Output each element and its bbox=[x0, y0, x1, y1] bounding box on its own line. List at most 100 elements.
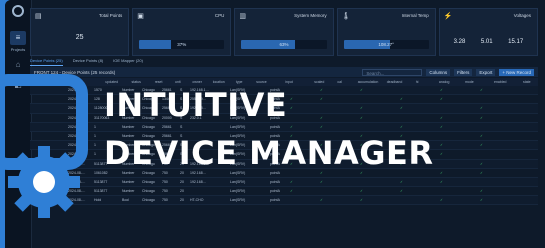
table-row[interactable]: PA12-Mode 2024-08-… Hold Bool Chicago 750 20 HT… bbox=[30, 196, 538, 206]
table-cell-name: PA12-DeviceprtPace bbox=[32, 161, 65, 166]
table-cell-code: 20000 bbox=[162, 115, 172, 120]
table-cell-date: 2024-08-… bbox=[68, 170, 86, 175]
table-row[interactable]: PA12-DeviceprtPace 2024-08-… 5113877 Number… bbox=[30, 159, 538, 169]
sidebar-item-panel[interactable]: ◧ bbox=[10, 78, 26, 92]
column-header[interactable]: unit bbox=[175, 80, 181, 84]
table-row[interactable]: 2024-08-… 31170063 Number Chicago 20000 S 232.… bbox=[30, 114, 538, 123]
table-cell-code: 13441 bbox=[162, 97, 172, 102]
table-cell-val: Hold bbox=[94, 198, 102, 203]
column-header[interactable]: type bbox=[236, 80, 243, 84]
column-header[interactable]: analog bbox=[439, 80, 450, 84]
table-row[interactable]: 2024-08-… 1 Number Chicago 25661 S Lan(SRV) poi… bbox=[30, 141, 538, 151]
column-header[interactable]: status bbox=[132, 80, 141, 84]
filters-button[interactable]: Filters bbox=[454, 68, 473, 76]
check-icon: ✓ bbox=[440, 124, 443, 129]
column-header[interactable]: tag bbox=[71, 80, 76, 84]
column-header[interactable]: accumulation bbox=[358, 80, 379, 84]
check-icon: ✓ bbox=[360, 88, 363, 92]
table-cell-p: pointA bbox=[270, 133, 280, 138]
voltage-values: 3.28 5.01 15.17 bbox=[446, 39, 531, 45]
table-row[interactable]: PA12-DeviceprtPace 2024-08-… 1061082 Number… bbox=[30, 169, 538, 178]
table-cell-chan: Lan(SRV) bbox=[230, 152, 246, 157]
column-header[interactable]: location bbox=[213, 80, 225, 84]
check-icon: ✓ bbox=[440, 88, 443, 92]
column-header[interactable]: reset bbox=[155, 80, 163, 84]
check-icon: ✓ bbox=[400, 124, 403, 129]
check-icon: ✓ bbox=[360, 170, 363, 175]
new-record-button[interactable]: + New Record bbox=[499, 68, 534, 76]
table-cell-code: 750 bbox=[162, 198, 168, 203]
sidebar: ≡ Projects ⌂ ◧ bbox=[5, 0, 32, 248]
check-icon: ✓ bbox=[480, 198, 483, 203]
check-icon: ✓ bbox=[440, 143, 443, 148]
column-header[interactable]: enabled bbox=[494, 80, 506, 84]
table-cell-x: 20 bbox=[180, 179, 184, 184]
table-cell-chan: Lan(SRV) bbox=[230, 170, 246, 175]
stat-title: Voltages bbox=[513, 13, 532, 18]
memory-progress-text: 63% bbox=[279, 42, 289, 47]
temp-progress-bar: 108.27° bbox=[343, 40, 429, 49]
tab-ioe-mapper[interactable]: IOE Mapper (20) bbox=[113, 58, 143, 66]
check-icon: ✓ bbox=[320, 88, 323, 92]
table-cell-chan: Lan(SRV) bbox=[230, 198, 246, 203]
table-cell-x: S bbox=[180, 97, 183, 102]
app-logo bbox=[12, 5, 24, 17]
table-row[interactable]: 2024-08-… 1 Number Chicago 25661 S Lan(SRV) poi… bbox=[30, 150, 538, 160]
table-cell-loc: Number bbox=[122, 161, 135, 166]
sidebar-item-home[interactable]: ⌂ bbox=[10, 58, 26, 72]
check-icon: ✓ bbox=[290, 97, 293, 102]
cpu-progress-text: 37% bbox=[177, 42, 187, 47]
table-cell-p: pointA bbox=[270, 115, 280, 120]
table-row[interactable]: PA12-DeviceStatus 2024-08-… 5113877 Number C… bbox=[30, 177, 538, 188]
check-icon: ✓ bbox=[320, 170, 323, 175]
column-header[interactable]: updated bbox=[105, 80, 118, 84]
table-cell-loc: Number bbox=[122, 143, 135, 148]
check-icon: ✓ bbox=[290, 106, 293, 111]
table-cell-x: 20 bbox=[180, 170, 184, 175]
table-cell-val: 5113877 bbox=[94, 161, 108, 166]
column-header[interactable]: name bbox=[33, 80, 42, 84]
check-icon: ✓ bbox=[400, 133, 403, 138]
check-icon: ✓ bbox=[440, 198, 443, 203]
table-row[interactable]: 2024-08-… 1 Number Chicago 25661 S Lan(SRV) poi… bbox=[30, 122, 538, 132]
column-header[interactable]: state bbox=[523, 80, 531, 84]
check-icon: ✓ bbox=[360, 189, 363, 194]
table-title: FRONT 124 - Device Points (25 records) bbox=[34, 69, 116, 75]
column-header[interactable]: input bbox=[285, 80, 293, 84]
table-cell-date: 2024-08-… bbox=[68, 106, 86, 111]
column-header[interactable]: source bbox=[256, 80, 267, 84]
table-row[interactable]: 2024-08-… 1570 Number Chicago 25661 S 192.168.… bbox=[30, 86, 538, 96]
check-icon: ✓ bbox=[400, 97, 403, 102]
table-cell-date: 2024-08-… bbox=[68, 115, 86, 120]
table-cell-code: 25661 bbox=[162, 133, 172, 138]
table-cell-code: 750 bbox=[162, 179, 168, 184]
home-icon: ⌂ bbox=[15, 60, 21, 69]
column-header[interactable]: owner bbox=[192, 80, 202, 84]
table-cell-code: 750 bbox=[162, 189, 168, 194]
check-icon: ✓ bbox=[320, 143, 323, 148]
tab-device-points[interactable]: Device Points (25) bbox=[30, 58, 63, 66]
table-cell-y: 192.168… bbox=[190, 106, 207, 111]
columns-button[interactable]: Columns bbox=[426, 68, 451, 76]
table-cell-unit: Chicago bbox=[142, 106, 155, 111]
search-input[interactable]: Search... bbox=[362, 68, 423, 76]
check-icon: ✓ bbox=[480, 143, 483, 148]
column-header[interactable]: cal bbox=[337, 80, 341, 84]
table-cell-loc: Number bbox=[122, 97, 135, 102]
tab-device-points-alt[interactable]: Device Points (8) bbox=[73, 58, 103, 66]
column-header[interactable]: scaled bbox=[314, 80, 324, 84]
stat-value: 25 bbox=[75, 34, 84, 41]
column-header[interactable]: hi bbox=[416, 80, 419, 84]
temp-progress-text: 108.27° bbox=[378, 42, 394, 47]
export-button[interactable]: Export bbox=[476, 68, 496, 76]
table-row[interactable]: 2024-08-… 128 Number Chicago 13441 S 255.169… L… bbox=[30, 95, 538, 105]
column-header[interactable]: mode bbox=[465, 80, 474, 84]
table-row[interactable]: PA12-Device 2024-08-… 5113877 Number Chicago… bbox=[30, 187, 538, 197]
table-row[interactable]: 2024-08-… 11280003 Number Chicago 25661 S 192.… bbox=[30, 104, 538, 114]
table-row[interactable]: 2024-08-… 1 Number Chicago 25661 S Lan(SRV) poi… bbox=[30, 132, 538, 142]
sidebar-item-projects[interactable]: ≡ bbox=[10, 31, 26, 45]
table-cell-val: 1 bbox=[94, 143, 96, 148]
table-cell-unit: Chicago bbox=[142, 124, 155, 129]
column-header[interactable]: deadband bbox=[387, 80, 403, 84]
memory-progress-bar: 63% bbox=[241, 40, 327, 49]
